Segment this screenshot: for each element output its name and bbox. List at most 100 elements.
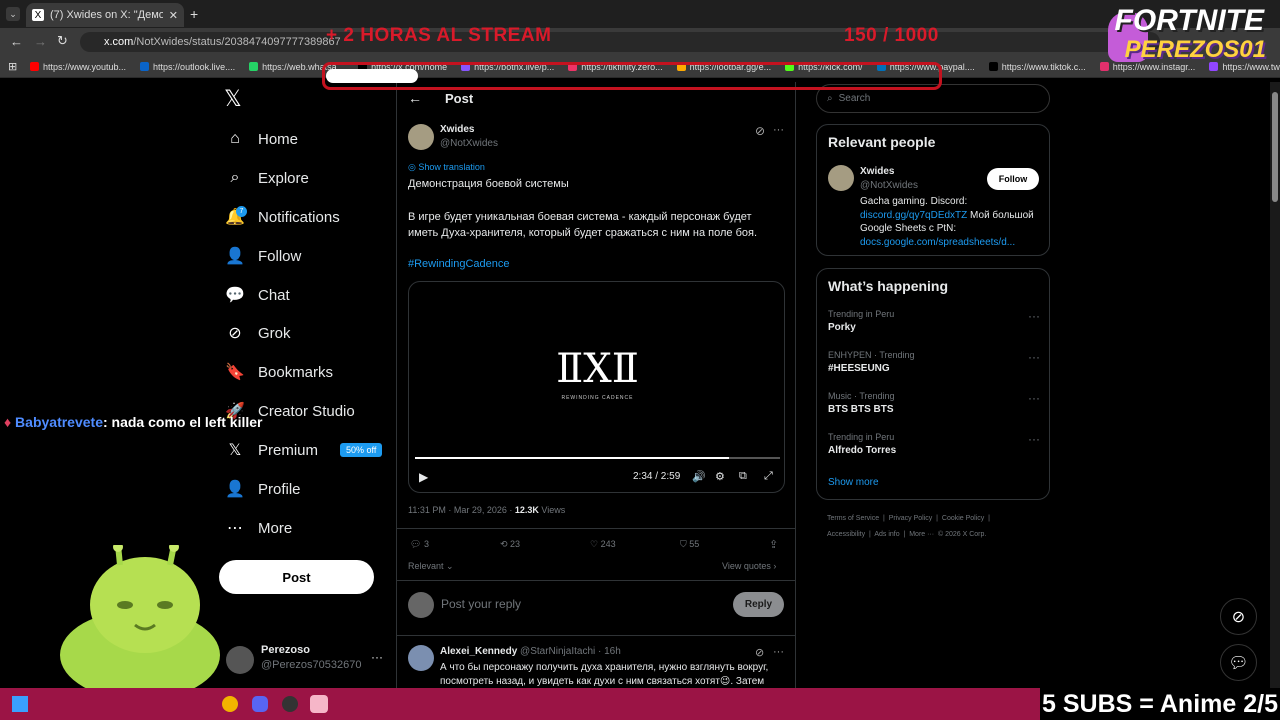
grok-float-icon[interactable]: ⊘ bbox=[1220, 598, 1257, 635]
follow-button[interactable]: Follow bbox=[987, 168, 1039, 190]
trend-more-icon[interactable]: ··· bbox=[1028, 432, 1040, 446]
sort-dropdown[interactable]: Relevant ⌄ bbox=[408, 561, 454, 572]
author-name[interactable]: Xwides bbox=[440, 124, 474, 135]
video-progress-track[interactable] bbox=[415, 457, 780, 459]
reply-text: А что бы персонажу получить духа храните… bbox=[440, 662, 769, 687]
bookmark-count: 55 bbox=[689, 539, 700, 549]
trend-more-icon[interactable]: ··· bbox=[1028, 350, 1040, 364]
fullscreen-icon[interactable]: ⤢ bbox=[764, 470, 773, 483]
sheets-link[interactable]: docs.google.com/spreadsheets/d... bbox=[860, 237, 1015, 248]
volume-icon[interactable]: 🔊 bbox=[692, 470, 706, 483]
new-tab-button[interactable]: + bbox=[190, 6, 198, 22]
post-timestamp: 11:31 PM · Mar 29, 2026 · bbox=[408, 505, 515, 515]
post-more-icon[interactable]: ··· bbox=[773, 124, 784, 136]
account-more-icon[interactable]: ··· bbox=[371, 650, 383, 664]
chat-float-icon[interactable]: 💬︎ bbox=[1220, 644, 1257, 681]
x-favicon-icon: X bbox=[32, 9, 44, 21]
trend-item[interactable]: Trending in Peru Alfredo Torres ··· bbox=[828, 432, 1040, 473]
discord-icon[interactable] bbox=[252, 696, 268, 712]
sidebar-item-more[interactable]: ⋯ More bbox=[226, 515, 292, 541]
repost-icon: ⟲ bbox=[500, 539, 511, 549]
person-name[interactable]: Xwides bbox=[860, 166, 894, 177]
repost-button[interactable]: ⟲ 23 bbox=[500, 539, 520, 550]
trend-name: Alfredo Torres bbox=[828, 445, 897, 456]
reply-author-avatar[interactable] bbox=[408, 645, 434, 671]
share-icon[interactable]: ⇪ bbox=[769, 538, 778, 551]
show-translation-link[interactable]: ◎ Show translation bbox=[408, 162, 485, 173]
windows-start-icon[interactable] bbox=[12, 696, 28, 712]
video-player[interactable]: ⅡⅩⅡ REWINDING CADENCE ▶ 2:34 / 2:59 🔊 ⚙ … bbox=[408, 281, 785, 493]
views-label: Views bbox=[538, 505, 566, 515]
sort-label: Relevant bbox=[408, 561, 444, 571]
apps-grid-icon[interactable]: ⊞ bbox=[8, 60, 17, 73]
sidebar-item-chat[interactable]: 💬 Chat bbox=[225, 282, 290, 308]
reload-icon[interactable]: ↻ bbox=[57, 33, 68, 49]
account-switcher[interactable]: Perezoso @Perezos70532670 ··· bbox=[226, 642, 386, 678]
trend-more-icon[interactable]: ··· bbox=[1028, 309, 1040, 323]
sidebar-item-home[interactable]: ⌂ Home bbox=[226, 126, 298, 152]
sidebar-item-label: Explore bbox=[258, 169, 309, 187]
browser-tab[interactable]: X (7) Xwides on X: "Демонстрац ✕ bbox=[26, 3, 184, 27]
discord-link[interactable]: discord.gg/qy7qDEdxTZ bbox=[860, 210, 967, 221]
sidebar-item-premium[interactable]: 𝕏 Premium 50% off bbox=[226, 437, 383, 463]
tab-list-button[interactable]: ⌄ bbox=[6, 7, 20, 21]
play-icon[interactable]: ▶ bbox=[419, 470, 428, 484]
chat-username: Babyatrevete bbox=[15, 414, 103, 430]
reply-input[interactable]: Post your reply bbox=[441, 597, 521, 611]
reply-author-name[interactable]: Alexei_Kennedy bbox=[440, 646, 517, 657]
bookmark-item[interactable]: https://outlook.live.... bbox=[140, 62, 235, 72]
scrollbar-thumb[interactable] bbox=[1272, 92, 1278, 202]
x-logo-icon[interactable]: 𝕏 bbox=[224, 86, 242, 112]
reply-grok-icon[interactable]: ⊘ bbox=[755, 646, 764, 659]
trend-more-icon[interactable]: ··· bbox=[1028, 391, 1040, 405]
trend-item[interactable]: Trending in Peru Porky ··· bbox=[828, 309, 1040, 350]
sidebar-item-bookmarks[interactable]: 🔖 Bookmarks bbox=[225, 359, 333, 385]
cat-overlay-image bbox=[60, 545, 220, 688]
add-person-icon: 👤 bbox=[225, 248, 245, 265]
settings-gear-icon[interactable]: ⚙ bbox=[715, 470, 725, 483]
forward-icon[interactable]: → bbox=[34, 34, 47, 49]
sidebar-item-profile[interactable]: 👤 Profile bbox=[225, 476, 300, 502]
grok-icon[interactable]: ⊘ bbox=[755, 124, 765, 138]
reply-button[interactable]: Reply bbox=[733, 592, 784, 617]
person-bio: Gacha gaming. Discord: discord.gg/qy7qDE… bbox=[860, 195, 1045, 249]
bookmark-item[interactable]: https://www.tiktok.c... bbox=[988, 62, 1086, 72]
fortnite-logo: FORTNITE PEREZOS01 bbox=[1108, 4, 1274, 66]
channel-name: PEREZOS01 bbox=[1124, 36, 1266, 63]
back-arrow-icon[interactable]: ← bbox=[408, 90, 422, 106]
bookmark-item[interactable]: https://www.youtub... bbox=[30, 62, 126, 72]
show-more-link[interactable]: Show more bbox=[828, 477, 879, 488]
bookmark-icon: 🔖 bbox=[225, 364, 245, 381]
footer-links[interactable]: Terms of Service | Privacy Policy | Cook… bbox=[827, 515, 990, 522]
chat-icon: 💬 bbox=[225, 287, 245, 304]
reply-more-icon[interactable]: ··· bbox=[773, 646, 784, 658]
bookmark-button[interactable]: ⛉ 55 bbox=[680, 539, 699, 550]
author-avatar[interactable] bbox=[408, 124, 434, 150]
sidebar-item-grok[interactable]: ⊘ Grok bbox=[226, 320, 290, 346]
hashtag-link[interactable]: #RewindingCadence bbox=[408, 258, 510, 270]
post-button[interactable]: Post bbox=[219, 560, 374, 594]
author-handle[interactable]: @NotXwides bbox=[440, 138, 498, 149]
obs-icon[interactable] bbox=[282, 696, 298, 712]
trend-name: Porky bbox=[828, 322, 856, 333]
post-text-line2: В игре будет уникальная боевая система -… bbox=[408, 211, 758, 239]
trend-item[interactable]: ENHYPEN · Trending #HEESEUNG ··· bbox=[828, 350, 1040, 391]
sidebar-item-explore[interactable]: ⌕ Explore bbox=[226, 165, 309, 191]
like-button[interactable]: ♡ 243 bbox=[590, 539, 616, 550]
person-avatar[interactable] bbox=[828, 165, 854, 191]
bookmark-favicon-icon bbox=[140, 62, 150, 71]
view-quotes-link[interactable]: View quotes › bbox=[722, 561, 776, 571]
back-icon[interactable]: ← bbox=[10, 34, 23, 49]
chat-message: : nada como el left killer bbox=[102, 414, 263, 430]
pip-icon[interactable]: ⧉ bbox=[739, 470, 747, 483]
chrome-icon[interactable] bbox=[222, 696, 238, 712]
trend-meta: Music · Trending bbox=[828, 391, 895, 401]
address-bar[interactable]: x.com/NotXwides/status/20384740977773898… bbox=[80, 32, 1160, 52]
trend-item[interactable]: Music · Trending BTS BTS BTS ··· bbox=[828, 391, 1040, 432]
bio-text: Gacha gaming. Discord: bbox=[860, 196, 968, 207]
reply-count-button[interactable]: 💬︎ 3 bbox=[410, 539, 429, 550]
footer-links-2[interactable]: Accessibility | Ads info | More ··· © 20… bbox=[827, 531, 986, 538]
sidebar-item-follow[interactable]: 👤 Follow bbox=[225, 243, 301, 269]
app-icon[interactable] bbox=[310, 695, 328, 713]
close-tab-icon[interactable]: ✕ bbox=[169, 9, 178, 22]
